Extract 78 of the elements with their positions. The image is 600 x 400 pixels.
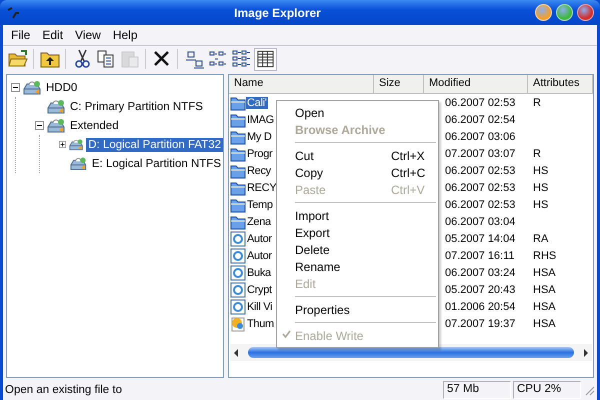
modified-cell-text: 07.2007 16:11	[444, 250, 516, 262]
file-name[interactable]: Buka	[246, 266, 272, 278]
file-name[interactable]: IMAG	[246, 114, 275, 126]
menu-item[interactable]: Edit	[36, 28, 70, 42]
modified-cell-text: 07.2007 03:07	[444, 148, 516, 160]
column-header[interactable]: Name	[229, 75, 374, 93]
modified-cell-text: 07.2007 19:37	[444, 318, 516, 330]
tree-item[interactable]: Extended	[68, 118, 121, 132]
collapse-icon[interactable]	[35, 121, 44, 130]
tree-item[interactable]: D: Logical Partition FAT32	[86, 138, 223, 152]
app-icon	[6, 6, 20, 20]
attributes-cell-text: HSA	[532, 300, 557, 312]
file-name[interactable]: Cali'	[246, 96, 268, 108]
status-text: Open an existing file to	[5, 384, 123, 396]
modified-cell-text: 05.2007 20:43	[444, 284, 516, 296]
file-name[interactable]: Zena	[246, 216, 272, 228]
drive-icon	[47, 98, 65, 114]
menu-item[interactable]: Export	[277, 224, 438, 241]
modified-cell-text: 01.2006 20:54	[444, 300, 516, 312]
modified-cell-text: 06.2007 02:53	[444, 182, 516, 194]
expand-icon[interactable]	[59, 140, 66, 149]
tree-item[interactable]: C: Primary Partition NTFS	[68, 100, 205, 114]
modified-cell-text: 06.2007 02:53	[444, 198, 516, 210]
cpu-usage: CPU 2%	[513, 381, 581, 399]
modified-cell-text: 06.2007 03:04	[444, 216, 516, 228]
attributes-cell-text: HS	[532, 182, 550, 194]
modified-cell-text: 06.2007 02:54	[444, 114, 516, 126]
attributes-cell-text: HS	[532, 164, 550, 176]
attributes-cell-text: HSA	[532, 318, 557, 330]
attributes-cell-text: RHS	[532, 250, 558, 262]
attributes-cell-text: HSA	[532, 284, 557, 296]
file-name[interactable]: Kill Vi	[246, 300, 274, 312]
file-name[interactable]: Temp	[246, 198, 274, 210]
window-title: Image Explorer	[233, 6, 322, 20]
modified-cell-text: 06.2007 03:06	[444, 130, 516, 142]
file-name[interactable]: Autor	[246, 232, 273, 244]
menu-item[interactable]: Copy Ctrl+C	[277, 164, 438, 181]
menu-item[interactable]: Help	[106, 28, 144, 42]
drive-icon	[23, 80, 41, 96]
menu-item[interactable]: View	[69, 28, 107, 42]
modified-cell-text: 06.2007 02:53	[444, 164, 516, 176]
attributes-cell-text: R	[532, 148, 542, 160]
drive-icon	[70, 156, 87, 172]
menu-item[interactable]: Cut Ctrl+X	[277, 147, 438, 164]
close-button[interactable]	[577, 4, 594, 21]
menu-item[interactable]: Open	[277, 104, 438, 121]
column-header[interactable]: Modified	[424, 75, 528, 93]
tree-item[interactable]: E: Logical Partition NTFS	[90, 156, 223, 170]
details-view-button[interactable]	[254, 48, 277, 70]
file-name[interactable]: Thum	[246, 318, 275, 330]
tree-item[interactable]: HDD0	[44, 80, 80, 94]
column-header[interactable]: Size	[374, 75, 424, 93]
memory-usage: 57 Mb	[443, 381, 511, 399]
file-name[interactable]: Autor	[246, 250, 273, 262]
attributes-cell-text: HSA	[532, 266, 557, 278]
modified-cell-text: 05.2007 14:04	[444, 232, 516, 244]
drive-icon	[47, 118, 65, 134]
file-name[interactable]: Recy	[246, 164, 272, 176]
menu-item[interactable]: Import	[277, 207, 438, 224]
file-name[interactable]: RECY	[246, 182, 278, 194]
drive-icon	[69, 136, 84, 152]
menu-item[interactable]: Delete	[277, 241, 438, 258]
modified-cell-text: 06.2007 03:24	[444, 266, 516, 278]
modified-cell-text: 06.2007 02:53	[444, 96, 516, 108]
column-header[interactable]: Attributes	[528, 75, 593, 93]
file-name[interactable]: Progr	[246, 148, 274, 160]
menu-item[interactable]: Properties	[277, 301, 438, 318]
attributes-cell-text: HS	[532, 198, 550, 210]
attributes-cell-text: R	[532, 96, 542, 108]
resize-grip-icon	[583, 384, 595, 396]
collapse-icon[interactable]	[11, 83, 20, 92]
minimize-button[interactable]	[535, 4, 552, 21]
file-name[interactable]: My D	[246, 130, 272, 142]
menu-item[interactable]: Rename	[277, 258, 438, 275]
attributes-cell-text: RA	[532, 232, 550, 244]
menu-item[interactable]: File	[5, 28, 36, 42]
maximize-button[interactable]	[556, 4, 573, 21]
file-name[interactable]: Crypt	[246, 284, 273, 296]
